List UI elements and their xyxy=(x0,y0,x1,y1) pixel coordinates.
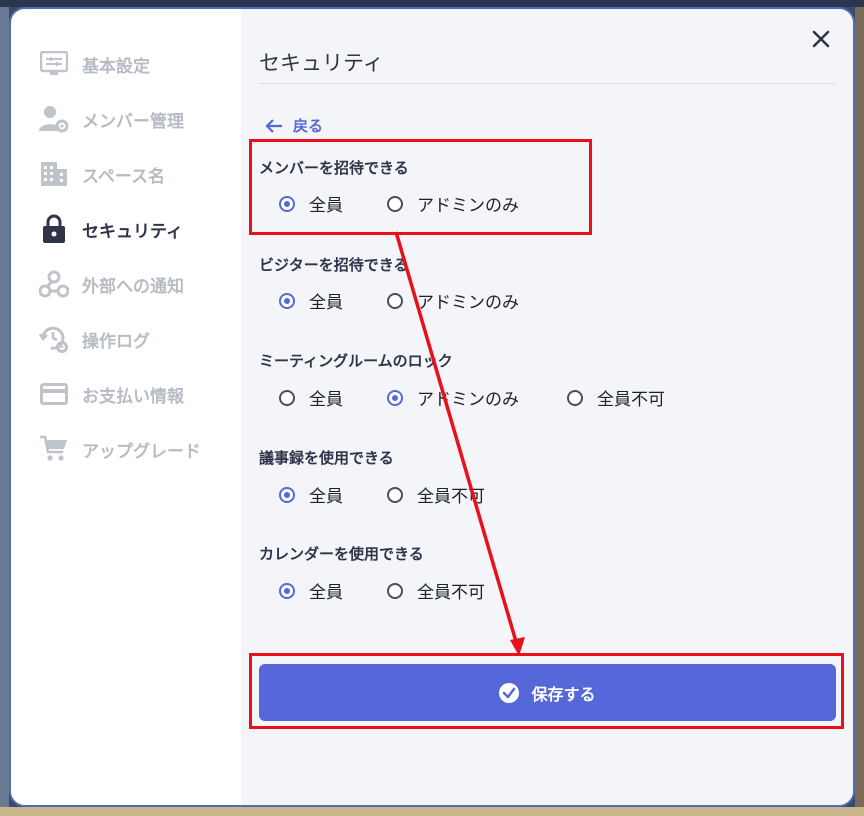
close-button[interactable] xyxy=(807,25,835,53)
sidebar-item-label: スペース名 xyxy=(82,166,165,187)
user-gear-icon xyxy=(39,104,69,134)
save-button[interactable]: 保存する xyxy=(259,664,836,721)
sidebar-item-label: メンバー管理 xyxy=(82,111,184,132)
radio-circle xyxy=(279,195,295,212)
sidebar-item-basic-settings[interactable]: 基本設定 xyxy=(39,44,150,84)
sidebar-item-upgrade[interactable]: アップグレード xyxy=(39,429,201,469)
radio-label: 全員不可 xyxy=(417,583,485,603)
radio-room-lock-admin-only[interactable]: アドミンのみ xyxy=(387,385,519,410)
radio-minutes-everyone[interactable]: 全員 xyxy=(279,482,343,507)
radio-circle xyxy=(387,292,403,309)
building-icon xyxy=(39,159,69,189)
radio-circle xyxy=(387,582,403,599)
webhook-icon xyxy=(39,269,69,299)
back-link[interactable]: 戻る xyxy=(265,115,323,136)
group-label-minutes: 議事録を使用できる xyxy=(259,449,394,467)
sidebar-item-label: 操作ログ xyxy=(82,331,150,352)
radio-circle xyxy=(387,486,403,503)
radio-circle xyxy=(567,389,583,406)
radio-invite-members-admin-only[interactable]: アドミンのみ xyxy=(387,191,519,216)
background-bottom-edge xyxy=(0,807,864,816)
sidebar-item-external-notification[interactable]: 外部への通知 xyxy=(39,264,184,304)
sidebar-item-member-management[interactable]: メンバー管理 xyxy=(39,99,184,139)
radio-label: 全員 xyxy=(309,583,343,603)
history-gear-icon xyxy=(39,324,69,354)
radio-circle xyxy=(279,486,295,503)
background-top-edge xyxy=(0,0,864,7)
radio-label: アドミンのみ xyxy=(417,390,519,410)
radio-circle xyxy=(279,292,295,309)
radio-circle xyxy=(279,582,295,599)
group-label-invite-visitors: ビジターを招待できる xyxy=(259,256,409,274)
sidebar-item-label: お支払い情報 xyxy=(82,386,184,407)
radio-label: アドミンのみ xyxy=(417,196,519,216)
radio-label: 全員不可 xyxy=(417,487,485,507)
radio-circle xyxy=(387,389,403,406)
settings-modal: 基本設定 メンバー管理 スペース名 セキュリティ 外部への通知 操作ログ お支払… xyxy=(9,7,855,807)
sidebar-item-payment-info[interactable]: お支払い情報 xyxy=(39,374,184,414)
radio-label: 全員 xyxy=(309,390,343,410)
security-settings-panel: セキュリティ 戻る メンバーを招待できる 全員 アドミンのみ ビジターを招待でき… xyxy=(241,9,853,805)
sidebar-item-space-name[interactable]: スペース名 xyxy=(39,154,165,194)
save-label: 保存する xyxy=(531,684,596,704)
arrow-left-icon xyxy=(265,118,282,133)
page-title: セキュリティ xyxy=(259,51,384,75)
sidebar-item-label: アップグレード xyxy=(82,441,201,462)
sidebar-item-label: 外部への通知 xyxy=(82,276,184,297)
settings-sidebar: 基本設定 メンバー管理 スペース名 セキュリティ 外部への通知 操作ログ お支払… xyxy=(11,9,241,805)
radio-circle xyxy=(387,195,403,212)
radio-circle xyxy=(279,389,295,406)
sidebar-item-security[interactable]: セキュリティ xyxy=(39,209,183,249)
radio-label: 全員不可 xyxy=(597,390,665,410)
title-divider xyxy=(259,83,835,84)
radio-label: アドミンのみ xyxy=(417,293,519,313)
sidebar-item-operation-log[interactable]: 操作ログ xyxy=(39,319,150,359)
group-label-invite-members: メンバーを招待できる xyxy=(259,159,409,177)
radio-room-lock-nobody[interactable]: 全員不可 xyxy=(567,385,665,410)
group-label-meeting-room-lock: ミーティングルームのロック xyxy=(259,352,453,370)
lock-icon xyxy=(39,214,69,244)
radio-label: 全員 xyxy=(309,293,343,313)
radio-minutes-nobody[interactable]: 全員不可 xyxy=(387,482,485,507)
background-left-edge xyxy=(0,0,9,816)
back-label: 戻る xyxy=(293,117,324,135)
radio-label: 全員 xyxy=(309,196,343,216)
check-circle-icon xyxy=(499,682,520,703)
sidebar-item-label: セキュリティ xyxy=(82,221,183,242)
radio-invite-visitors-everyone[interactable]: 全員 xyxy=(279,288,343,313)
group-label-calendar: カレンダーを使用できる xyxy=(259,545,424,563)
radio-room-lock-everyone[interactable]: 全員 xyxy=(279,385,343,410)
background-right-edge xyxy=(855,0,864,816)
radio-label: 全員 xyxy=(309,487,343,507)
radio-invite-members-everyone[interactable]: 全員 xyxy=(279,191,343,216)
settings-panel-icon xyxy=(39,49,69,79)
radio-calendar-nobody[interactable]: 全員不可 xyxy=(387,578,485,603)
radio-calendar-everyone[interactable]: 全員 xyxy=(279,578,343,603)
credit-card-icon xyxy=(39,379,69,409)
radio-invite-visitors-admin-only[interactable]: アドミンのみ xyxy=(387,288,519,313)
sidebar-item-label: 基本設定 xyxy=(82,56,150,77)
close-icon xyxy=(812,30,830,48)
cart-icon xyxy=(39,434,69,464)
